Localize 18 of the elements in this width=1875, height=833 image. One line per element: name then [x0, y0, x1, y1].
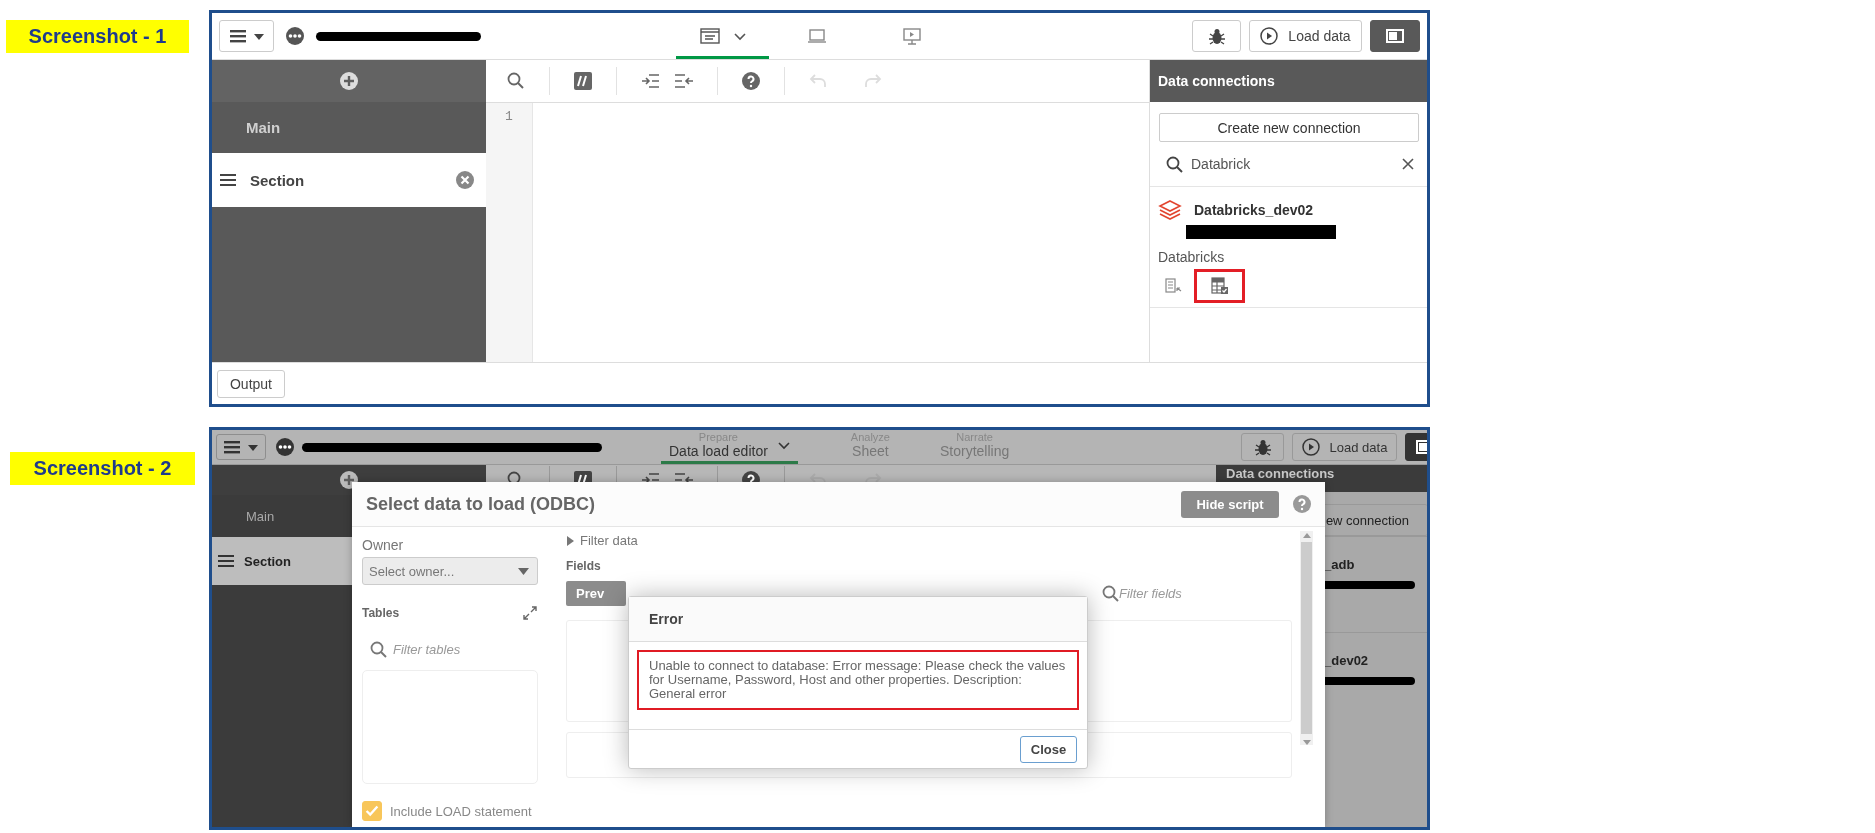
- section-label: Section: [244, 553, 292, 569]
- connection-type: Databricks: [1158, 249, 1226, 265]
- section-label: Tables: [362, 606, 400, 620]
- checkbox-label: Include LOAD statement: [390, 803, 532, 819]
- tab-label: Storytelling: [940, 443, 1010, 460]
- tab-label: Data load editor: [669, 443, 768, 460]
- section-label: Fields: [566, 559, 602, 573]
- dialog-title: Select data to load (ODBC): [366, 493, 597, 515]
- caption-label: Screenshot - 1: [6, 20, 189, 53]
- section-label: Main: [246, 119, 282, 136]
- section-label: Section: [250, 171, 306, 189]
- error-message: Unable to connect to database: Error message: Please check the values for Username, Password, Host and other properties. Description: General error: [637, 650, 1079, 710]
- tab-label: Sheet: [852, 443, 889, 460]
- line-number: 1: [505, 109, 513, 124]
- panel-header: Data connections: [1150, 60, 1427, 102]
- dialog-title: Error: [629, 597, 1087, 642]
- field-label: Owner: [362, 537, 405, 553]
- caption-label: Screenshot - 2: [10, 452, 195, 485]
